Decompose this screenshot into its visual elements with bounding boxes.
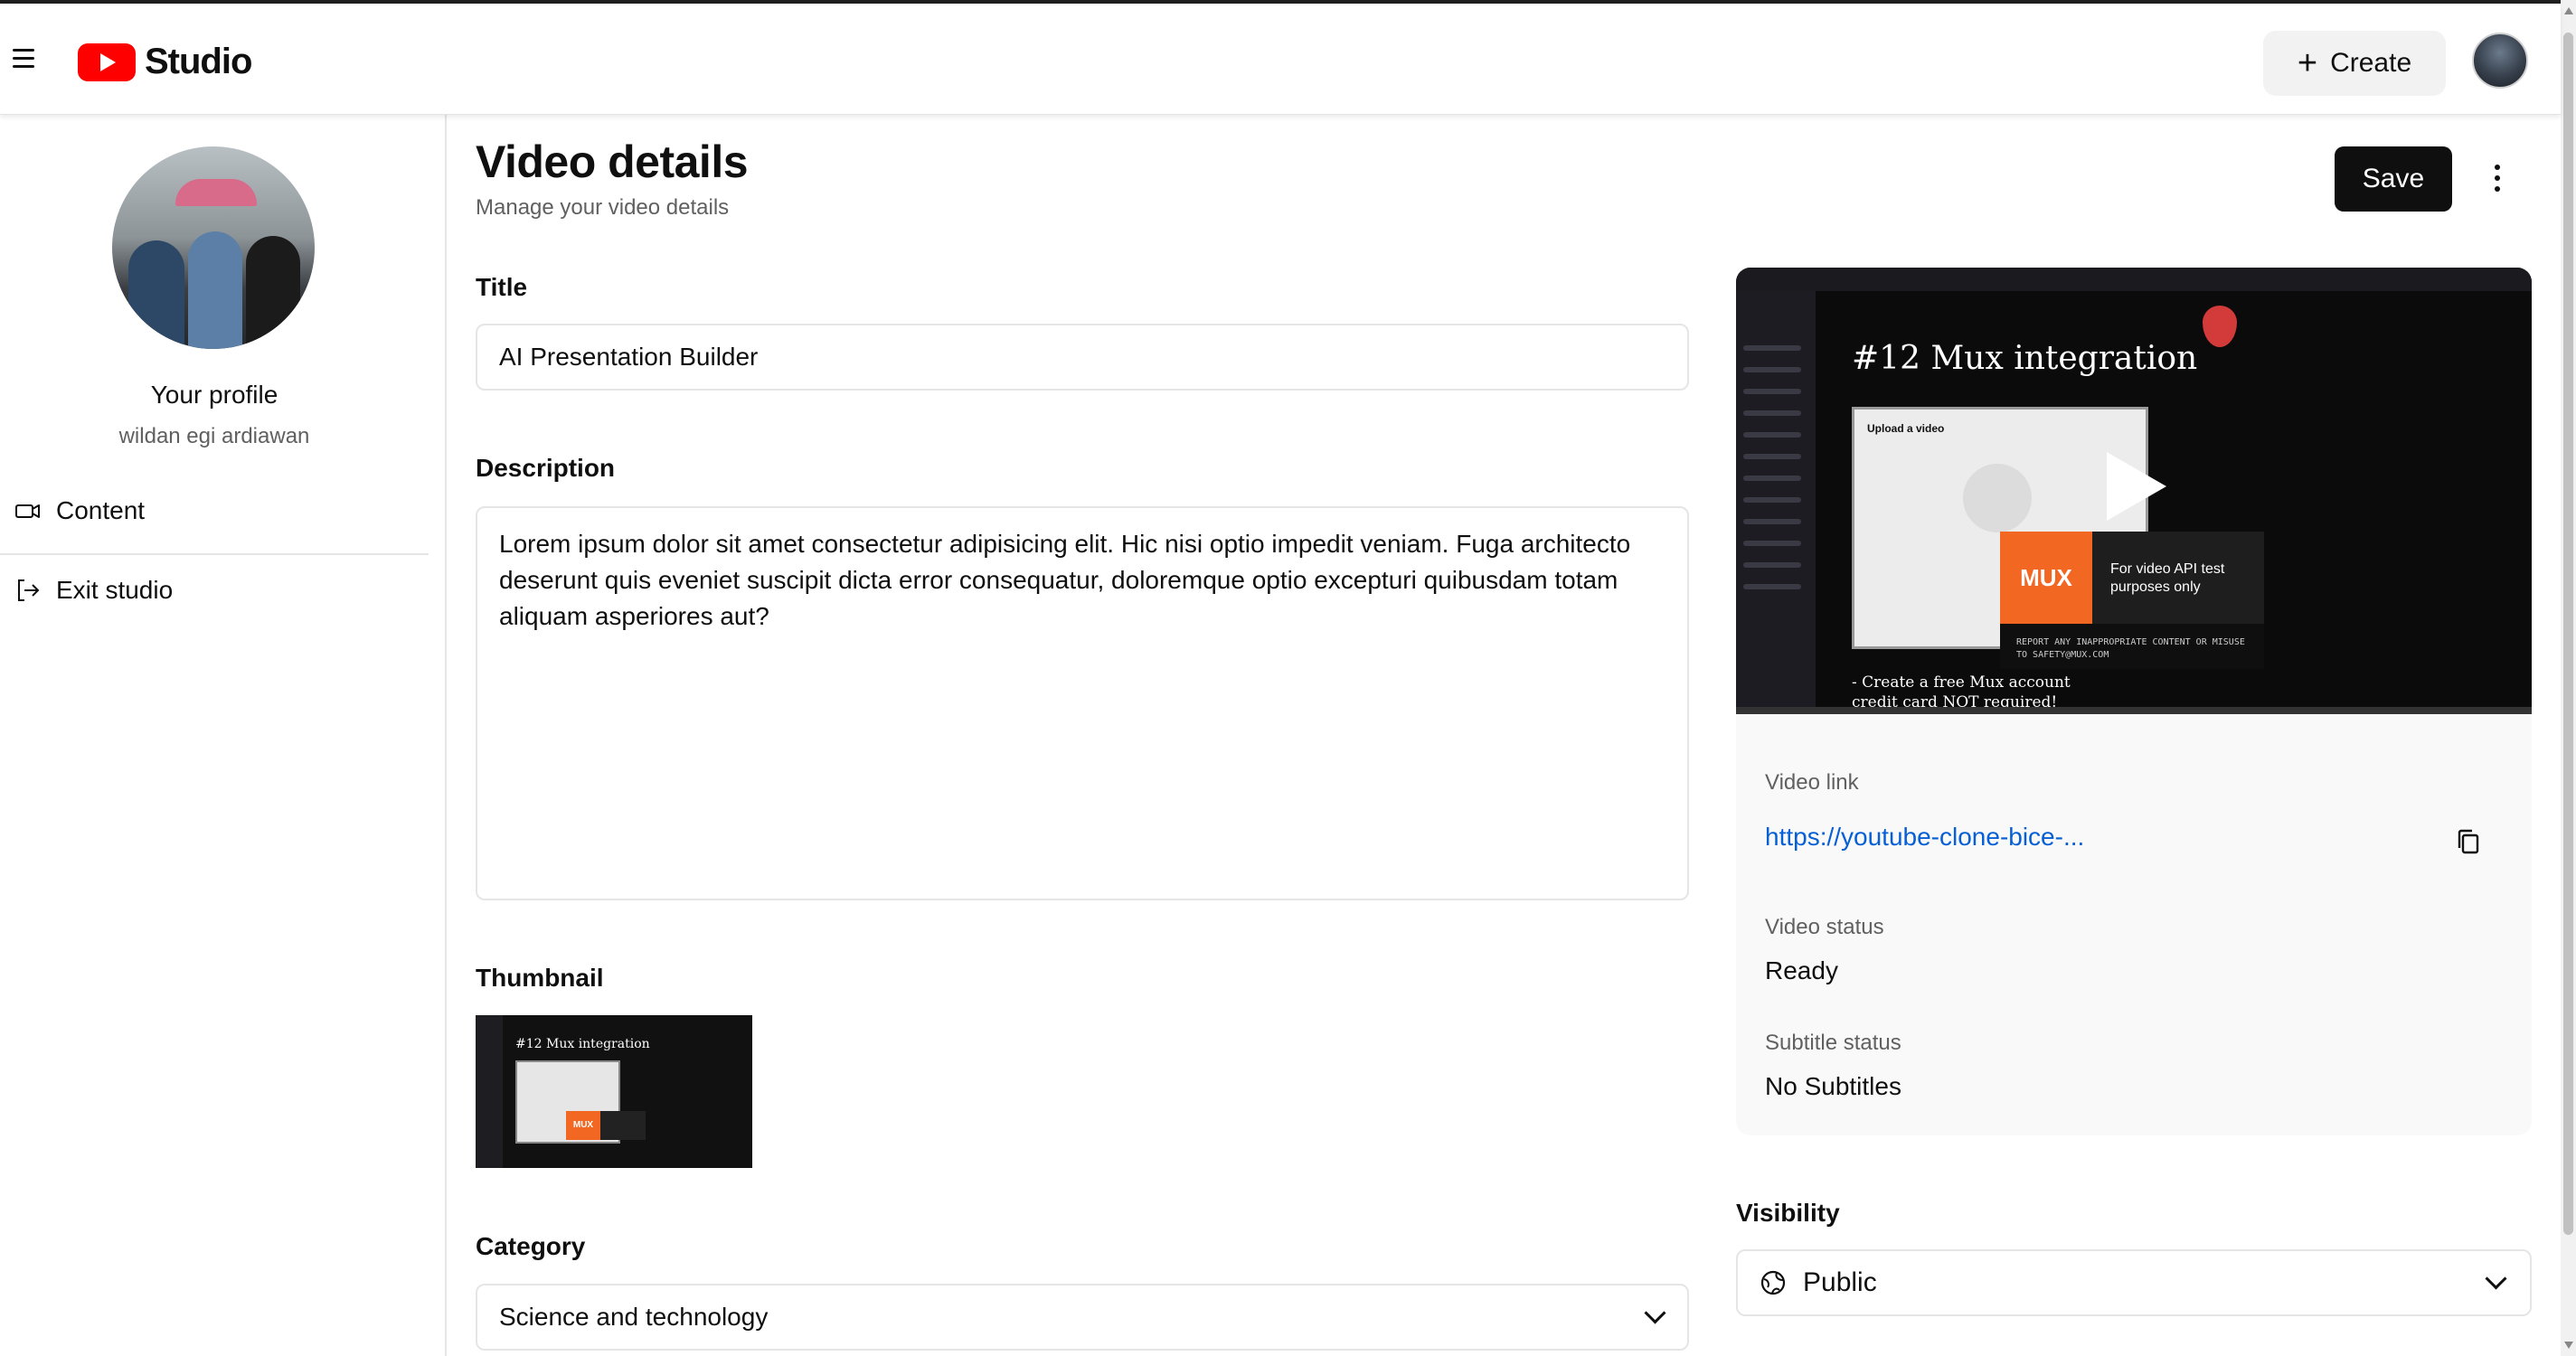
video-link-label: Video link: [1765, 770, 1859, 795]
thumbnail-label: Thumbnail: [476, 964, 604, 992]
thumbnail-sidebar: [476, 1015, 503, 1168]
mux-logo: MUX: [2000, 532, 2092, 624]
player-app-toolbar: [1736, 268, 2532, 291]
logo-text: Studio: [145, 42, 252, 81]
scrollbar-thumb[interactable]: [2563, 33, 2573, 1235]
visibility-value: Public: [1803, 1267, 1877, 1297]
profile-label: Your profile: [150, 381, 278, 409]
mux-warning: REPORT ANY INAPPROPRIATE CONTENT OR MISU…: [2000, 624, 2264, 669]
hamburger-menu-icon[interactable]: [13, 49, 34, 69]
photo-person: [128, 240, 184, 349]
preview-note-line: - Create a free Mux account: [1852, 673, 2071, 692]
scroll-down-arrow-icon[interactable]: [2564, 1342, 2573, 1349]
globe-icon: [1760, 1270, 1786, 1295]
strawberry-icon: [2203, 306, 2237, 347]
chevron-down-icon: [1644, 1302, 1666, 1324]
visibility-select[interactable]: Public: [1736, 1249, 2532, 1316]
thumbnail-mux-logo: MUX: [566, 1111, 600, 1140]
scroll-up-arrow-icon[interactable]: [2564, 7, 2573, 14]
sidebar-item-label: Exit studio: [56, 576, 174, 604]
save-button[interactable]: Save: [2335, 146, 2452, 212]
title-input[interactable]: AI Presentation Builder: [476, 324, 1689, 391]
upload-icon: [1963, 464, 2032, 532]
description-label: Description: [476, 454, 616, 482]
create-button[interactable]: + Create: [2263, 31, 2446, 96]
account-avatar[interactable]: [2472, 33, 2528, 89]
studio-logo[interactable]: Studio: [78, 42, 252, 82]
category-select[interactable]: Science and technology: [476, 1284, 1689, 1351]
chevron-down-icon: [2485, 1267, 2507, 1290]
thumbnail-title: #12 Mux integration: [515, 1037, 650, 1051]
more-options-icon[interactable]: [2488, 165, 2506, 193]
subtitle-status-label: Subtitle status: [1765, 1031, 1901, 1055]
plus-icon: +: [2297, 43, 2318, 82]
mux-note: For video API test purposes only: [2110, 561, 2225, 595]
visibility-label: Visibility: [1736, 1199, 1840, 1227]
title-label: Title: [476, 273, 528, 301]
video-link[interactable]: https://youtube-clone-bice-...: [1765, 823, 2084, 852]
studio-sidebar: Your profile wildan egi ardiawan Content…: [0, 115, 447, 1356]
create-label: Create: [2330, 48, 2412, 78]
sidebar-item-content[interactable]: Content: [0, 476, 429, 545]
thumbnail-mux-box: [600, 1111, 646, 1140]
youtube-play-icon: [78, 42, 136, 81]
category-label: Category: [476, 1232, 586, 1260]
sidebar-item-label: Content: [56, 496, 146, 524]
subtitle-status-value: No Subtitles: [1765, 1072, 1901, 1100]
photo-person: [188, 231, 242, 349]
player-app-sidebar: [1736, 291, 1816, 707]
photo-person: [246, 236, 300, 349]
video-info-card: #12 Mux integration Upload a video MUX F…: [1736, 268, 2532, 1135]
photo-umbrella: [175, 179, 257, 206]
sidebar-item-exit-studio[interactable]: Exit studio: [0, 556, 429, 625]
play-icon[interactable]: [2107, 452, 2166, 521]
description-textarea[interactable]: Lorem ipsum dolor sit amet consectetur a…: [476, 506, 1689, 900]
video-icon: [15, 504, 40, 518]
copy-icon[interactable]: [2456, 828, 2481, 855]
preview-dialog-title: Upload a video: [1867, 422, 1945, 435]
studio-header: Studio + Create: [0, 4, 2561, 115]
player-progress-bar[interactable]: [1736, 707, 2532, 714]
thumbnail-image[interactable]: #12 Mux integration MUX: [476, 1015, 752, 1168]
page-subtitle: Manage your video details: [476, 195, 730, 220]
page-title: Video details: [476, 137, 749, 187]
category-value: Science and technology: [499, 1303, 769, 1331]
preview-title: #12 Mux integration: [1852, 340, 2198, 377]
mux-info-box: For video API test purposes only: [2092, 532, 2264, 624]
profile-avatar[interactable]: [112, 146, 315, 349]
logout-icon: [18, 579, 40, 601]
video-status-value: Ready: [1765, 956, 1838, 984]
video-status-label: Video status: [1765, 915, 1884, 939]
video-player[interactable]: #12 Mux integration Upload a video MUX F…: [1736, 268, 2532, 714]
sidebar-divider: [0, 553, 429, 555]
profile-name: wildan egi ardiawan: [118, 424, 310, 448]
